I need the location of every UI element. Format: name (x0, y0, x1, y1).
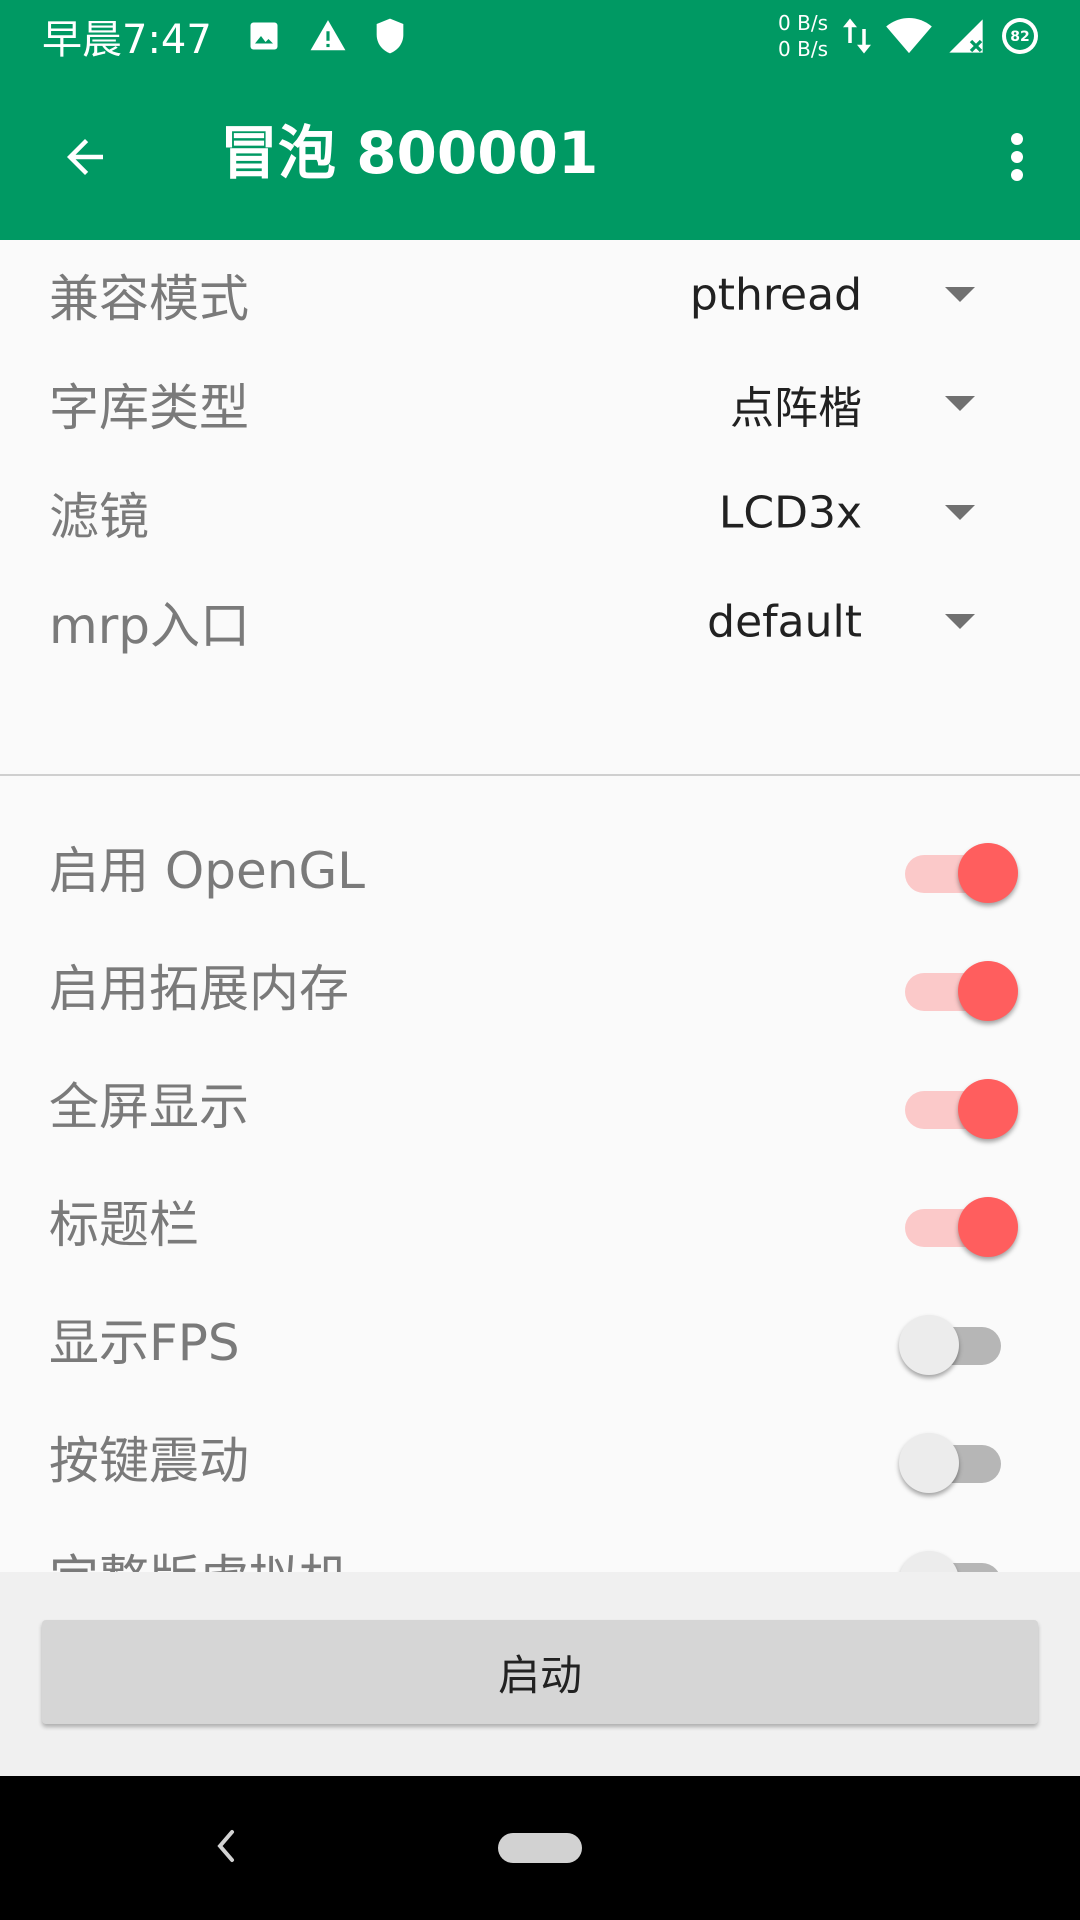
switch-thumb (899, 1315, 959, 1375)
mrp-entry-label: mrp入口 (49, 596, 251, 655)
extended-memory-row: 启用拓展内存 (0, 926, 1080, 1044)
mrp-entry-select[interactable]: default (707, 596, 862, 647)
switch-thumb (899, 1433, 959, 1493)
wifi-icon (886, 17, 932, 55)
show-fps-label: 显示FPS (49, 1314, 240, 1372)
chevron-left-icon (217, 1830, 234, 1862)
fullscreen-row: 全屏显示 (0, 1044, 1080, 1162)
opengl-switch[interactable] (905, 836, 1018, 903)
battery-level: 82 (1010, 29, 1029, 45)
switch-thumb (958, 843, 1018, 903)
status-right: 0 B/s 0 B/s 82 (778, 0, 1040, 72)
signal-icon (946, 16, 986, 56)
show-fps-switch[interactable] (899, 1308, 1003, 1375)
more-options-button[interactable] (982, 117, 1052, 197)
font-type-select[interactable]: 点阵楷 (730, 372, 862, 436)
toggle-settings[interactable]: 启用 OpenGL 启用拓展内存 全屏显示 标题栏 显示FPS 按键震动 完整版… (0, 808, 1080, 1572)
font-type-row: 字库类型 点阵楷 (0, 349, 1080, 458)
status-bar: 早晨7:47 0 B/s 0 B/s 82 (0, 0, 1080, 72)
nav-home-pill[interactable] (498, 1833, 582, 1863)
shield-icon (374, 17, 406, 55)
key-vibration-label: 按键震动 (49, 1432, 249, 1490)
notification-icons (246, 17, 406, 55)
switch-thumb (958, 961, 1018, 1021)
section-divider (0, 774, 1080, 776)
key-vibration-switch[interactable] (899, 1426, 1003, 1493)
network-speed: 0 B/s 0 B/s (778, 10, 828, 62)
arrow-back-icon (67, 139, 103, 175)
opengl-label: 启用 OpenGL (49, 842, 366, 900)
compat-mode-select[interactable]: pthread (690, 269, 862, 320)
compat-mode-row: 兼容模式 pthread (0, 240, 1080, 349)
extended-memory-label: 启用拓展内存 (49, 960, 349, 1018)
nav-back-button[interactable] (196, 1816, 256, 1876)
full-vm-row: 完整版虚拟机 (0, 1516, 1080, 1572)
title-bar-row: 标题栏 (0, 1162, 1080, 1280)
image-icon (246, 18, 282, 54)
status-time: 早晨7:47 (42, 17, 212, 63)
start-button[interactable]: 启动 (42, 1620, 1038, 1724)
filter-row: 滤镜 LCD3x (0, 458, 1080, 567)
switch-thumb (958, 1079, 1018, 1139)
full-vm-switch[interactable] (899, 1544, 1003, 1572)
switch-thumb (899, 1551, 959, 1572)
system-nav-bar (0, 1776, 1080, 1920)
full-vm-label: 完整版虚拟机 (49, 1539, 349, 1572)
net-down-speed: 0 B/s (778, 37, 828, 61)
warning-icon (308, 17, 348, 55)
title-bar-switch[interactable] (905, 1190, 1018, 1257)
show-fps-row: 显示FPS (0, 1280, 1080, 1398)
key-vibration-row: 按键震动 (0, 1398, 1080, 1516)
mrp-entry-row: mrp入口 default (0, 567, 1080, 676)
compat-mode-label: 兼容模式 (49, 269, 249, 328)
dropdown-arrow-icon[interactable] (945, 395, 975, 411)
page-title: 冒泡 800001 (220, 119, 599, 187)
dropdown-arrow-icon[interactable] (945, 504, 975, 520)
extended-memory-switch[interactable] (905, 954, 1018, 1021)
fullscreen-switch[interactable] (905, 1072, 1018, 1139)
fullscreen-label: 全屏显示 (49, 1078, 249, 1136)
dropdown-settings: 兼容模式 pthread 字库类型 点阵楷 滤镜 LCD3x mrp入口 def… (0, 240, 1080, 676)
bottom-action-area: 启动 (0, 1572, 1080, 1776)
more-vert-icon (1011, 133, 1023, 181)
filter-select[interactable]: LCD3x (719, 487, 862, 538)
net-up-speed: 0 B/s (778, 11, 828, 35)
back-button[interactable] (50, 122, 120, 192)
switch-thumb (958, 1197, 1018, 1257)
dropdown-arrow-icon[interactable] (945, 286, 975, 302)
data-transfer-icon (842, 15, 872, 57)
title-bar-label: 标题栏 (49, 1196, 199, 1254)
battery-icon: 82 (1000, 16, 1040, 56)
font-type-label: 字库类型 (49, 378, 249, 437)
opengl-row: 启用 OpenGL (0, 808, 1080, 926)
app-bar: 冒泡 800001 (0, 72, 1080, 240)
filter-label: 滤镜 (49, 487, 149, 546)
screen: 早晨7:47 0 B/s 0 B/s 82 冒泡 800001 兼容模式 pth… (0, 0, 1080, 1920)
dropdown-arrow-icon[interactable] (945, 613, 975, 629)
